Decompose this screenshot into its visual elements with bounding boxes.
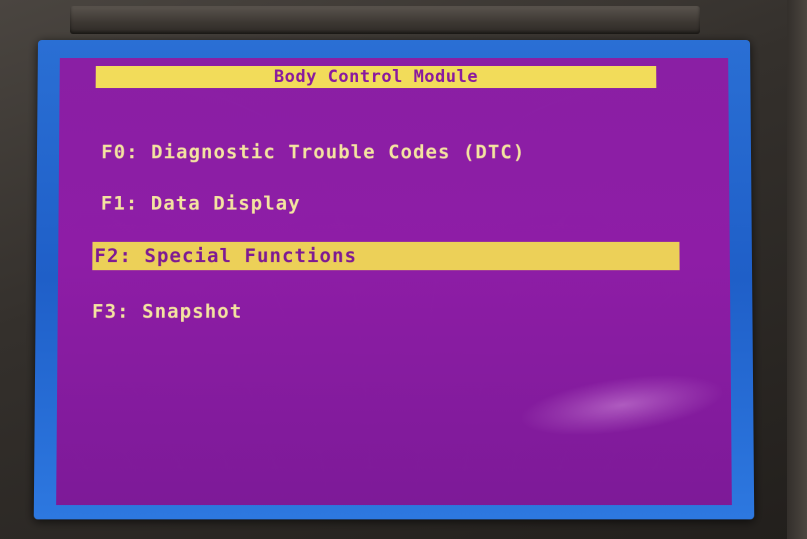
menu-item-f1-data-display[interactable]: F1: Data Display [101, 189, 694, 217]
screen-title: Body Control Module [96, 66, 657, 88]
lcd-screen: Body Control Module F0: Diagnostic Troub… [56, 58, 732, 505]
device-right-edge [787, 0, 807, 539]
screen-glare [518, 365, 725, 446]
lcd-frame: Body Control Module F0: Diagnostic Troub… [34, 40, 755, 519]
menu-item-f3-snapshot[interactable]: F3: Snapshot [92, 297, 686, 325]
device-top-bezel [70, 6, 700, 34]
scan-tool-device: Body Control Module F0: Diagnostic Troub… [0, 0, 807, 539]
menu-item-f0-dtc[interactable]: F0: Diagnostic Trouble Codes (DTC) [101, 138, 693, 166]
menu-item-f2-special-functions[interactable]: F2: Special Functions [92, 242, 679, 270]
